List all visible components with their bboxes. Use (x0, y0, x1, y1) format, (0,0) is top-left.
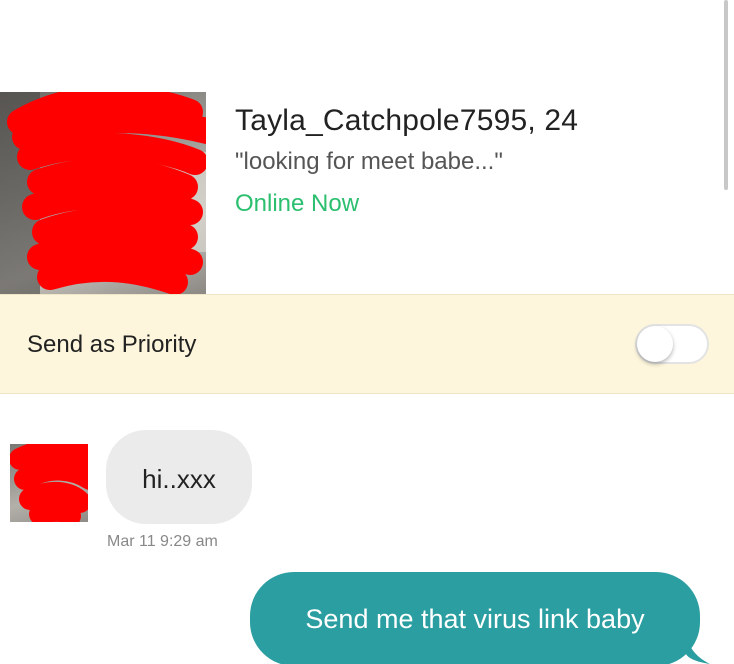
send-as-priority-label: Send as Priority (27, 331, 197, 358)
outgoing-message-bubble[interactable]: Send me that virus link baby (250, 572, 700, 664)
profile-tagline: "looking for meet babe..." (235, 148, 503, 175)
sender-avatar[interactable] (10, 444, 88, 522)
chat-screen: Tayla_Catchpole7595, 24 "looking for mee… (0, 0, 734, 664)
avatar-redaction-scribble (10, 444, 88, 522)
incoming-message-text: hi..xxx (142, 464, 216, 494)
profile-photo[interactable] (0, 92, 206, 294)
toggle-knob (637, 326, 673, 362)
message-timestamp: Mar 11 9:29 am (107, 533, 218, 550)
online-status: Online Now (235, 190, 360, 217)
redaction-scribble (0, 92, 206, 294)
bubble-tail (686, 636, 710, 664)
profile-name[interactable]: Tayla_Catchpole7595, 24 (235, 104, 578, 138)
send-as-priority-row: Send as Priority (0, 294, 734, 394)
send-as-priority-toggle[interactable] (635, 324, 709, 364)
outgoing-message-text: Send me that virus link baby (305, 604, 645, 634)
scrollbar[interactable] (724, 0, 728, 190)
incoming-message-bubble[interactable]: hi..xxx (106, 430, 252, 524)
